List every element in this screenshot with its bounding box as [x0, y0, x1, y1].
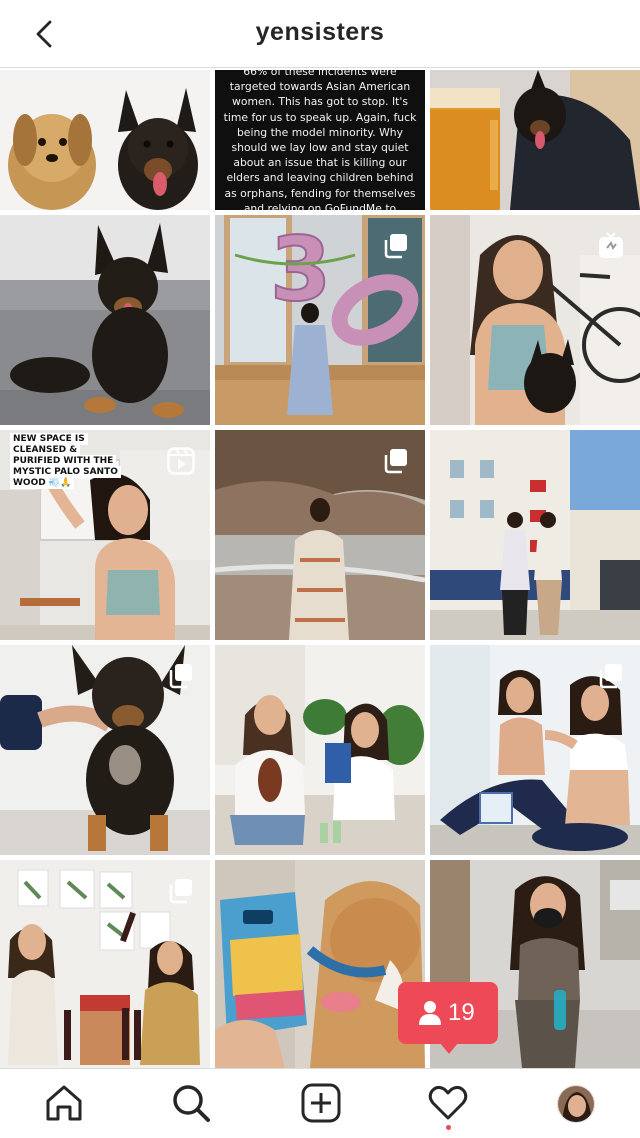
multiple-posts-icon: [599, 664, 622, 689]
home-icon: [46, 1085, 82, 1121]
activity-heart-icon: [428, 1085, 468, 1120]
post-tile-dogs-portrait[interactable]: [0, 70, 210, 210]
profile-avatar: [558, 1086, 594, 1122]
post-image: [430, 70, 640, 210]
post-tile-buildings-pair[interactable]: [430, 430, 640, 640]
post-tile-puppy-couch[interactable]: [0, 215, 210, 425]
post-tile-stretching[interactable]: [430, 645, 640, 855]
post-tile-reel-palo-santo[interactable]: NEW SPACE IS CLEANSED & PURIFIED WITH TH…: [0, 430, 210, 640]
post-caption-text: 66% of these incidents were targeted tow…: [223, 70, 417, 210]
header: yensisters: [0, 0, 640, 68]
nav-home[interactable]: [42, 1081, 86, 1125]
post-tile-sisters-living-room[interactable]: [215, 645, 425, 855]
post-tile-beach-couple[interactable]: [215, 430, 425, 640]
profile-username-title: yensisters: [255, 18, 385, 46]
multiple-posts-icon: [169, 879, 192, 904]
post-image: [0, 215, 210, 425]
nav-activity[interactable]: [426, 1081, 470, 1130]
post-image: [215, 860, 425, 1068]
post-tile-puppy-petting[interactable]: [0, 645, 210, 855]
bottom-navigation: [0, 1068, 640, 1138]
nav-search[interactable]: [169, 1081, 213, 1125]
search-icon: [173, 1085, 210, 1122]
post-image: [215, 645, 425, 855]
nav-profile-avatar[interactable]: [557, 1085, 595, 1123]
multiple-posts-icon: [169, 664, 192, 689]
post-tile-beer-and-puppy[interactable]: [430, 70, 640, 210]
post-tile-30-balloons[interactable]: 3: [215, 215, 425, 425]
reel-text-overlay: NEW SPACE IS CLEANSED & PURIFIED WITH TH…: [10, 433, 121, 489]
posts-grid: 66% of these incidents were targeted tow…: [0, 70, 640, 1068]
multiple-posts-icon: [384, 449, 407, 474]
svg-text:3: 3: [270, 218, 331, 321]
post-image: [430, 430, 640, 640]
new-post-icon: [301, 1083, 341, 1123]
post-tile-caption-text[interactable]: 66% of these incidents were targeted tow…: [215, 70, 425, 210]
igtv-icon: [599, 232, 623, 258]
multiple-posts-icon: [384, 234, 407, 259]
reel-text-highlight: NEW SPACE IS CLEANSED & PURIFIED WITH TH…: [10, 433, 121, 489]
post-tile-wine-box[interactable]: [0, 860, 210, 1068]
nav-new-post[interactable]: [299, 1081, 343, 1125]
activity-notification-dot: [446, 1125, 451, 1130]
post-image: [0, 70, 210, 210]
post-tile-bike-puppy[interactable]: [430, 215, 640, 425]
post-tile-jinx-treats[interactable]: [215, 860, 425, 1068]
notification-count: 19: [448, 999, 475, 1026]
follower-notification-bubble[interactable]: 19: [398, 982, 498, 1054]
reels-icon: [167, 447, 195, 475]
person-icon: [419, 1001, 441, 1025]
